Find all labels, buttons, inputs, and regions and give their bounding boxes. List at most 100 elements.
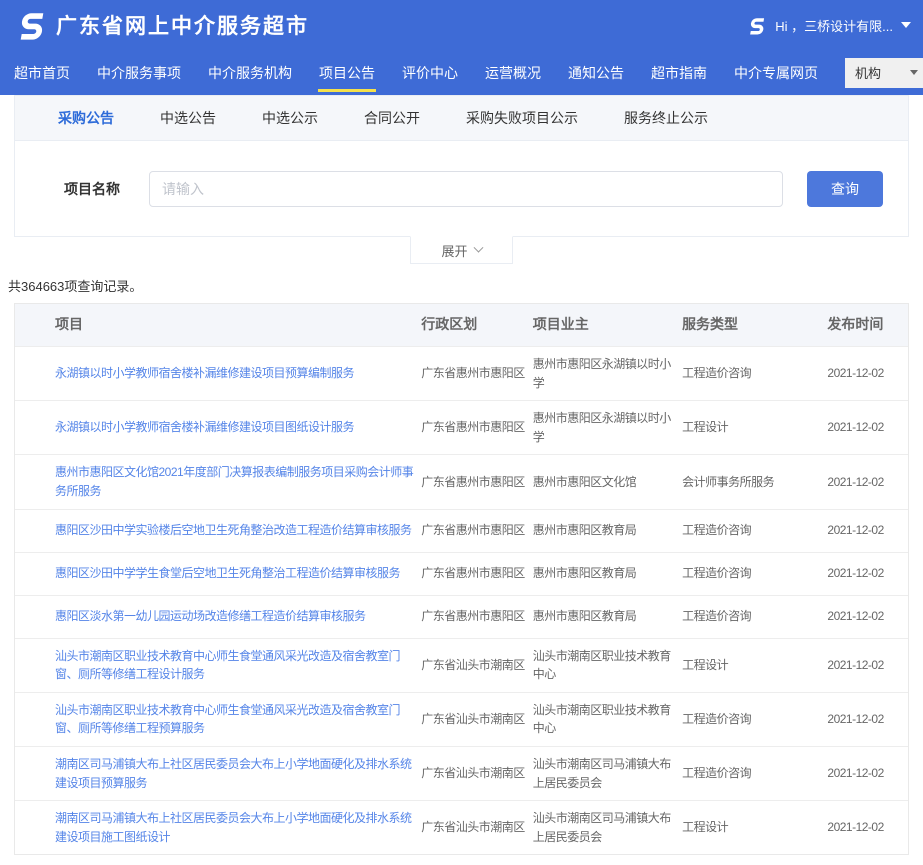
table-row: 汕头市潮南区职业技术教育中心师生食堂通风采光改造及宿舍教室门窗、厕所等修缮工程预… [15, 692, 908, 746]
nav-item[interactable]: 通知公告 [568, 50, 624, 95]
table-row: 惠阳区沙田中学学生食堂后空地卫生死角整治工程造价结算审核服务 广东省惠州市惠阳区… [15, 552, 908, 595]
table-row: 永湖镇以时小学教师宿舍楼补漏维修建设项目图纸设计服务 广东省惠州市惠阳区 惠州市… [15, 400, 908, 454]
announcement-tab[interactable]: 采购公告 [58, 108, 114, 128]
nav-items: 超市首页 中介服务事项 中介服务机构 项目公告 评价中心 运营概况 通知公告 超… [14, 50, 845, 95]
nav-item-label: 超市指南 [651, 63, 707, 83]
project-link[interactable]: 惠阳区淡水第一幼儿园运动场改造修缮工程造价结算审核服务 [55, 607, 413, 626]
table-row: 惠阳区淡水第一幼儿园运动场改造修缮工程造价结算审核服务 广东省惠州市惠阳区 惠州… [15, 595, 908, 638]
service-type-cell: 工程造价咨询 [682, 364, 827, 383]
nav-item[interactable]: 中介服务机构 [208, 50, 292, 95]
user-menu[interactable]: Hi ，三桥设计有限... [746, 15, 911, 36]
expand-label: 展开 [441, 241, 467, 260]
table-header: 项目 行政区划 项目业主 服务类型 发布时间 [15, 304, 908, 346]
owner-cell: 惠州市惠阳区永湖镇以时小学 [533, 355, 682, 392]
announcement-tab[interactable]: 中选公示 [262, 108, 318, 128]
user-org-icon [746, 15, 767, 36]
publish-date-cell: 2021-12-02 [827, 521, 908, 540]
region-cell: 广东省汕头市潮南区 [421, 764, 532, 783]
project-link[interactable]: 惠州市惠阳区文化馆2021年度部门决算报表编制服务项目采购会计师事务所服务 [55, 463, 413, 500]
owner-cell: 惠州市惠阳区教育局 [533, 521, 682, 540]
chevron-down-icon [473, 242, 483, 252]
global-search: 机构 [845, 58, 923, 88]
owner-cell: 汕头市潮南区职业技术教育中心 [533, 647, 682, 684]
announcement-tab[interactable]: 中选公告 [160, 108, 216, 128]
table-row: 汕头市潮南区职业技术教育中心师生食堂通风采光改造及宿舍教室门窗、厕所等修缮工程设… [15, 638, 908, 692]
user-greeting: Hi ，三桥设计有限... [775, 16, 893, 35]
region-cell: 广东省惠州市惠阳区 [421, 607, 532, 626]
table-row: 潮南区司马浦镇大布上社区居民委员会大布上小学地面硬化及排水系统建设项目施工图纸设… [15, 800, 908, 854]
service-type-cell: 工程造价咨询 [682, 764, 827, 783]
search-category-value: 机构 [855, 63, 881, 82]
nav-item-label: 中介专属网页 [734, 63, 818, 83]
project-link[interactable]: 永湖镇以时小学教师宿舍楼补漏维修建设项目图纸设计服务 [55, 418, 413, 437]
caret-down-icon [910, 70, 918, 75]
service-type-cell: 工程造价咨询 [682, 710, 827, 729]
region-cell: 广东省汕头市潮南区 [421, 818, 532, 837]
nav-item-label: 中介服务事项 [97, 63, 181, 83]
nav-item[interactable]: 中介服务事项 [97, 50, 181, 95]
table-row: 惠阳区沙田中学实验楼后空地卫生死角整治改造工程造价结算审核服务 广东省惠州市惠阳… [15, 509, 908, 552]
project-link[interactable]: 永湖镇以时小学教师宿舍楼补漏维修建设项目预算编制服务 [55, 364, 413, 383]
nav-item[interactable]: 项目公告 [319, 50, 375, 95]
publish-date-cell: 2021-12-02 [827, 607, 908, 626]
announcement-tab[interactable]: 采购失败项目公示 [466, 108, 578, 128]
service-type-cell: 工程设计 [682, 418, 827, 437]
service-type-cell: 工程设计 [682, 656, 827, 675]
owner-cell: 惠州市惠阳区永湖镇以时小学 [533, 409, 682, 446]
service-type-cell: 会计师事务所服务 [682, 473, 827, 492]
announcement-tabs: 采购公告 中选公告 中选公示 合同公开 采购失败项目公示 服务终止公示 [15, 96, 908, 141]
table-body: 永湖镇以时小学教师宿舍楼补漏维修建设项目预算编制服务 广东省惠州市惠阳区 惠州市… [15, 346, 908, 854]
filter-row: 项目名称 查询 [15, 141, 908, 236]
owner-cell: 惠州市惠阳区教育局 [533, 607, 682, 626]
region-cell: 广东省汕头市潮南区 [421, 656, 532, 675]
service-type-cell: 工程设计 [682, 818, 827, 837]
nav-item-label: 运营概况 [485, 63, 541, 83]
result-count: 共364663项查询记录。 [8, 276, 909, 295]
nav-item[interactable]: 超市首页 [14, 50, 70, 95]
publish-date-cell: 2021-12-02 [827, 818, 908, 837]
expand-wrap: 展开 [14, 237, 909, 264]
caret-down-icon [901, 22, 911, 28]
nav-item-label: 评价中心 [402, 63, 458, 83]
column-header-type: 服务类型 [682, 314, 827, 336]
expand-button[interactable]: 展开 [410, 236, 513, 264]
owner-cell: 惠州市惠阳区文化馆 [533, 473, 682, 492]
project-link[interactable]: 潮南区司马浦镇大布上社区居民委员会大布上小学地面硬化及排水系统建设项目预算服务 [55, 755, 413, 792]
project-name-label: 项目名称 [64, 179, 134, 199]
nav-item-label: 通知公告 [568, 63, 624, 83]
owner-cell: 惠州市惠阳区教育局 [533, 564, 682, 583]
owner-cell: 汕头市潮南区司马浦镇大布上居民委员会 [533, 809, 682, 846]
site-title: 广东省网上中介服务超市 [56, 10, 309, 40]
announcement-tab[interactable]: 服务终止公示 [624, 108, 708, 128]
nav-item[interactable]: 超市指南 [651, 50, 707, 95]
table-row: 惠州市惠阳区文化馆2021年度部门决算报表编制服务项目采购会计师事务所服务 广东… [15, 454, 908, 508]
owner-cell: 汕头市潮南区职业技术教育中心 [533, 701, 682, 738]
publish-date-cell: 2021-12-02 [827, 364, 908, 383]
project-link[interactable]: 潮南区司马浦镇大布上社区居民委员会大布上小学地面硬化及排水系统建设项目施工图纸设… [55, 809, 413, 846]
nav-item[interactable]: 中介专属网页 [734, 50, 818, 95]
project-name-input[interactable] [149, 171, 783, 207]
nav-item[interactable]: 运营概况 [485, 50, 541, 95]
nav-item[interactable]: 评价中心 [402, 50, 458, 95]
brand[interactable]: 广东省网上中介服务超市 [14, 8, 309, 42]
main-content: 采购公告 中选公告 中选公示 合同公开 采购失败项目公示 服务终止公示 项目名称… [0, 95, 923, 865]
query-button[interactable]: 查询 [807, 171, 883, 207]
main-nav: 超市首页 中介服务事项 中介服务机构 项目公告 评价中心 运营概况 通知公告 超… [0, 50, 923, 95]
project-link[interactable]: 汕头市潮南区职业技术教育中心师生食堂通风采光改造及宿舍教室门窗、厕所等修缮工程预… [55, 701, 413, 738]
announcement-tab[interactable]: 合同公开 [364, 108, 420, 128]
column-header-owner: 项目业主 [533, 314, 682, 336]
project-link[interactable]: 惠阳区沙田中学学生食堂后空地卫生死角整治工程造价结算审核服务 [55, 564, 413, 583]
region-cell: 广东省惠州市惠阳区 [421, 364, 532, 383]
nav-item-label: 项目公告 [319, 63, 375, 83]
table-row: 潮南区司马浦镇大布上社区居民委员会大布上小学地面硬化及排水系统建设项目预算服务 … [15, 746, 908, 800]
region-cell: 广东省汕头市潮南区 [421, 710, 532, 729]
table-row: 永湖镇以时小学教师宿舍楼补漏维修建设项目预算编制服务 广东省惠州市惠阳区 惠州市… [15, 346, 908, 400]
project-link[interactable]: 汕头市潮南区职业技术教育中心师生食堂通风采光改造及宿舍教室门窗、厕所等修缮工程设… [55, 647, 413, 684]
column-header-region: 行政区划 [421, 314, 532, 336]
service-type-cell: 工程造价咨询 [682, 564, 827, 583]
project-link[interactable]: 惠阳区沙田中学实验楼后空地卫生死角整治改造工程造价结算审核服务 [55, 521, 413, 540]
service-type-cell: 工程造价咨询 [682, 521, 827, 540]
search-category-select[interactable]: 机构 [845, 58, 923, 88]
region-cell: 广东省惠州市惠阳区 [421, 564, 532, 583]
announcement-panel: 采购公告 中选公告 中选公示 合同公开 采购失败项目公示 服务终止公示 项目名称… [14, 95, 909, 237]
